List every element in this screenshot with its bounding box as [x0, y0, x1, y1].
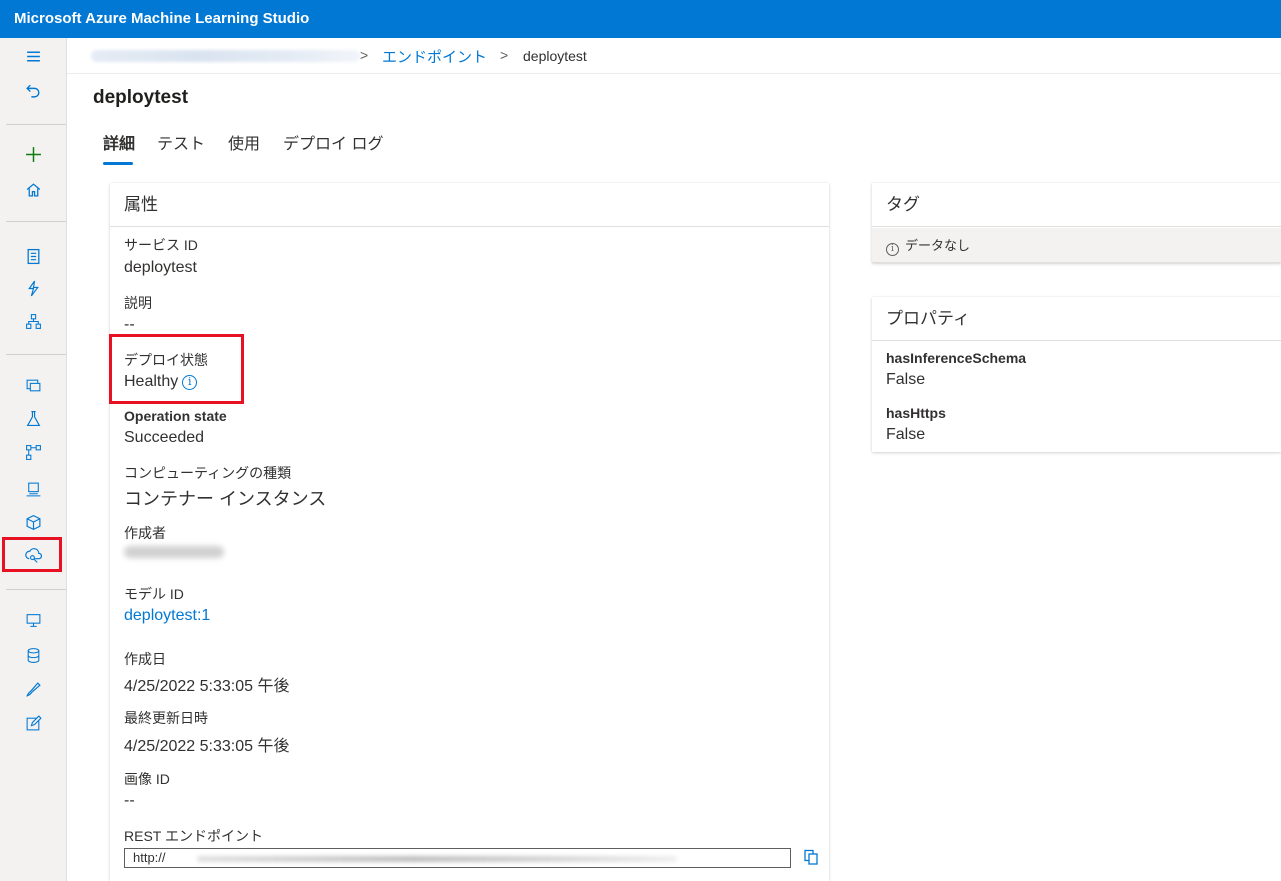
rest-endpoint-value: http:// [133, 850, 166, 865]
operation-state-value: Succeeded [124, 429, 205, 446]
updated-label: 最終更新日時 [124, 710, 208, 726]
compute-icon[interactable] [0, 606, 67, 634]
plus-icon[interactable] [0, 140, 67, 168]
image-id-value: -- [124, 792, 135, 809]
model-id-label: モデル ID [124, 586, 184, 602]
compute-type-label: コンピューティングの種類 [124, 465, 292, 481]
property-label: hasInferenceSchema [886, 350, 1027, 366]
designer-icon[interactable] [0, 307, 67, 335]
attributes-header: 属性 [110, 183, 829, 227]
tab-consume[interactable]: 使用 [228, 130, 260, 154]
rest-endpoint-field[interactable]: http:// [124, 848, 791, 868]
automl-icon[interactable] [0, 274, 67, 302]
tab-test[interactable]: テスト [157, 130, 205, 154]
created-value: 4/25/2022 5:33:05 午後 [124, 678, 290, 695]
breadcrumb: > エンドポイント > deploytest [67, 38, 1281, 74]
breadcrumb-workspace-redacted[interactable] [91, 50, 361, 62]
info-icon: i [886, 243, 899, 256]
notebook-icon[interactable] [0, 242, 67, 270]
operation-state-label: Operation state [124, 408, 227, 424]
chevron-right-icon: > [360, 47, 369, 63]
creator-value-redacted [124, 546, 224, 558]
attributes-card: 属性 [110, 183, 829, 881]
chevron-right-icon: > [500, 47, 509, 63]
tags-header: タグ [872, 183, 1281, 227]
datastores-icon[interactable] [0, 641, 67, 669]
left-nav [0, 38, 67, 881]
updated-value: 4/25/2022 5:33:05 午後 [124, 738, 290, 755]
models-icon[interactable] [0, 475, 67, 503]
labeling-icon[interactable] [0, 675, 67, 703]
compute-type-value: コンテナー インスタンス [124, 489, 327, 509]
image-id-label: 画像 ID [124, 771, 170, 787]
menu-icon[interactable] [0, 42, 67, 70]
edit-icon[interactable] [0, 709, 67, 737]
creator-label: 作成者 [124, 525, 166, 541]
tags-empty-message: i データなし [872, 228, 1281, 263]
nav-divider [6, 354, 66, 355]
service-id-label: サービス ID [124, 237, 198, 253]
no-data-text: データなし [905, 238, 971, 253]
breadcrumb-endpoints-link[interactable]: エンドポイント [382, 46, 487, 67]
back-icon[interactable] [0, 76, 67, 104]
model-id-link[interactable]: deploytest:1 [124, 607, 210, 625]
home-icon[interactable] [0, 175, 67, 203]
page-title: deploytest [93, 87, 189, 108]
cube-icon[interactable] [0, 508, 67, 536]
datasets-icon[interactable] [0, 371, 67, 399]
breadcrumb-current: deploytest [523, 48, 587, 64]
active-tab-indicator [103, 162, 133, 165]
description-label: 説明 [124, 295, 152, 311]
nav-divider [6, 589, 66, 590]
app-title-bar: Microsoft Azure Machine Learning Studio [0, 0, 1281, 38]
rest-endpoint-label: REST エンドポイント [124, 828, 263, 844]
property-label: hasHttps [886, 405, 946, 421]
property-value: False [886, 426, 926, 443]
property-value: False [886, 371, 926, 388]
properties-header: プロパティ [872, 297, 1281, 341]
tab-deploy-logs[interactable]: デプロイ ログ [283, 130, 383, 154]
description-value: -- [124, 316, 135, 333]
service-id-value: deploytest [124, 259, 197, 276]
tab-details[interactable]: 詳細 [103, 130, 135, 154]
deploy-state-highlight-box [109, 334, 244, 404]
rest-endpoint-redacted [197, 856, 677, 862]
pipelines-icon[interactable] [0, 438, 67, 466]
endpoints-highlight-box [2, 537, 62, 572]
app-title: Microsoft Azure Machine Learning Studio [14, 10, 310, 27]
created-label: 作成日 [124, 651, 166, 667]
nav-divider [6, 124, 66, 125]
properties-card: プロパティ [872, 297, 1281, 452]
nav-divider [6, 221, 66, 222]
copy-icon[interactable] [803, 849, 819, 865]
experiments-icon[interactable] [0, 404, 67, 432]
